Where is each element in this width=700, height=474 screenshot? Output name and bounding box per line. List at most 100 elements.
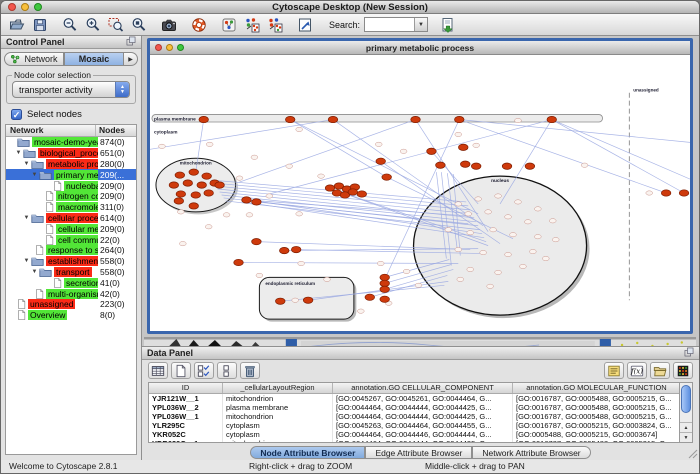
white-node[interactable] (487, 284, 494, 288)
white-node[interactable] (298, 261, 305, 265)
table-row[interactable]: YKR052Ccytoplasm[GO:0044464, GO:0044446,… (149, 430, 679, 439)
red-node[interactable] (279, 247, 289, 253)
network-view-window[interactable]: primary metabolic process plasma membran… (147, 38, 693, 334)
white-node[interactable] (455, 202, 462, 206)
red-node[interactable] (191, 192, 201, 198)
column-header[interactable]: annotation.GO MOLECULAR_FUNCTION (513, 383, 679, 393)
select-columns-icon[interactable] (194, 362, 214, 379)
tree-item[interactable]: ▼biological_process651(0) (6, 148, 136, 159)
tree-item[interactable]: ▼metabolic process280(0) (6, 159, 136, 170)
red-node[interactable] (189, 169, 199, 175)
white-node[interactable] (480, 250, 487, 254)
network-canvas[interactable]: plasma membranecytoplasmmitochondrionnuc… (150, 55, 690, 331)
red-node[interactable] (380, 280, 390, 286)
expander-icon[interactable]: ▼ (22, 215, 31, 221)
red-node[interactable] (380, 286, 390, 292)
white-node[interactable] (403, 269, 410, 273)
search-input[interactable] (365, 18, 414, 31)
red-node[interactable] (291, 246, 301, 252)
white-node[interactable] (529, 249, 536, 253)
red-node[interactable] (382, 174, 392, 180)
white-node[interactable] (324, 277, 331, 281)
white-node[interactable] (485, 210, 492, 214)
red-node[interactable] (427, 148, 437, 154)
table-row[interactable]: YLR295Ccytoplasm[GO:0045263, GO:0044464,… (149, 421, 679, 430)
tree-item[interactable]: multi-organism pro42(0) (6, 288, 136, 299)
red-node[interactable] (460, 161, 470, 167)
red-node[interactable] (215, 182, 225, 188)
red-node[interactable] (197, 182, 207, 188)
node-color-combobox[interactable]: transporter activity ▲▼ (12, 81, 130, 98)
white-node[interactable] (475, 197, 482, 201)
import-network-icon[interactable] (438, 15, 458, 34)
scrollbar-thumb[interactable] (681, 385, 691, 413)
white-node[interactable] (246, 213, 253, 217)
white-node[interactable] (357, 309, 364, 313)
tab-node-attribute-browser[interactable]: Node Attribute Browser (250, 446, 365, 459)
expander-icon[interactable]: ▼ (30, 269, 39, 275)
white-node[interactable] (223, 213, 230, 217)
tree-item[interactable]: nucleobase-209(0) (6, 180, 136, 191)
red-node[interactable] (183, 180, 193, 186)
attribute-editor-icon[interactable] (604, 362, 624, 379)
red-node[interactable] (189, 203, 199, 209)
tree-item[interactable]: response to stimulu264(0) (6, 245, 136, 256)
white-node[interactable] (646, 191, 653, 195)
white-node[interactable] (505, 252, 512, 256)
zoom-fit-icon[interactable] (129, 15, 149, 34)
red-node[interactable] (357, 191, 367, 197)
white-node[interactable] (415, 283, 422, 287)
tree-item[interactable]: ▼establishment of lo558(0) (6, 256, 136, 267)
white-node[interactable] (377, 261, 384, 265)
scroll-down-icon[interactable]: ▼ (680, 432, 692, 442)
white-node[interactable] (179, 241, 186, 245)
red-node[interactable] (471, 163, 481, 169)
red-node[interactable] (174, 198, 184, 204)
red-node[interactable] (455, 116, 465, 122)
help-icon[interactable] (189, 15, 209, 34)
red-node[interactable] (199, 116, 209, 122)
white-node[interactable] (236, 176, 243, 180)
white-node[interactable] (549, 219, 556, 223)
red-node[interactable] (204, 190, 214, 196)
network-edge[interactable] (240, 120, 416, 183)
close-view-icon[interactable] (155, 44, 162, 51)
vizmapper-icon[interactable] (219, 15, 239, 34)
network-view-titlebar[interactable]: primary metabolic process (150, 41, 690, 55)
table-row[interactable]: YJR121W__1mitochondrion[GO:0045267, GO:0… (149, 394, 679, 403)
layout-icon-a[interactable] (242, 15, 262, 34)
red-node[interactable] (502, 163, 512, 169)
white-node[interactable] (251, 155, 258, 159)
attribute-table-icon[interactable] (148, 362, 168, 379)
tab-edge-attribute-browser[interactable]: Edge Attribute Browser (365, 446, 472, 459)
red-node[interactable] (458, 144, 468, 150)
zoom-in-icon[interactable] (83, 15, 103, 34)
white-node[interactable] (286, 164, 293, 168)
resize-grip-icon[interactable] (688, 449, 698, 459)
white-node[interactable] (375, 142, 382, 146)
region-plasma-membrane[interactable] (152, 115, 602, 122)
tree-item[interactable]: cellular metabo209(0) (6, 223, 136, 234)
red-node[interactable] (365, 294, 375, 300)
minimize-view-icon[interactable] (166, 44, 173, 51)
tree-item[interactable]: mosaic-demo-yeast874(0) (6, 137, 136, 148)
white-node[interactable] (525, 220, 532, 224)
import-attributes-icon[interactable] (650, 362, 670, 379)
delete-attribute-icon[interactable] (240, 362, 260, 379)
red-node[interactable] (380, 274, 390, 280)
red-node[interactable] (679, 190, 689, 196)
red-node[interactable] (276, 298, 286, 304)
white-node[interactable] (256, 273, 263, 277)
red-node[interactable] (303, 297, 313, 303)
scroll-up-icon[interactable]: ▲ (680, 422, 692, 432)
red-node[interactable] (202, 173, 212, 179)
red-node[interactable] (348, 189, 358, 195)
expander-icon[interactable]: ▼ (30, 172, 39, 178)
tab-mosaic[interactable]: Mosaic (64, 52, 124, 66)
tree-item[interactable]: unassigned223(0) (6, 299, 136, 310)
network-edge[interactable] (459, 120, 690, 143)
red-node[interactable] (175, 172, 185, 178)
red-node[interactable] (436, 162, 446, 168)
white-node[interactable] (534, 207, 541, 211)
select-nodes-checkbox[interactable]: ✓ (11, 109, 22, 120)
